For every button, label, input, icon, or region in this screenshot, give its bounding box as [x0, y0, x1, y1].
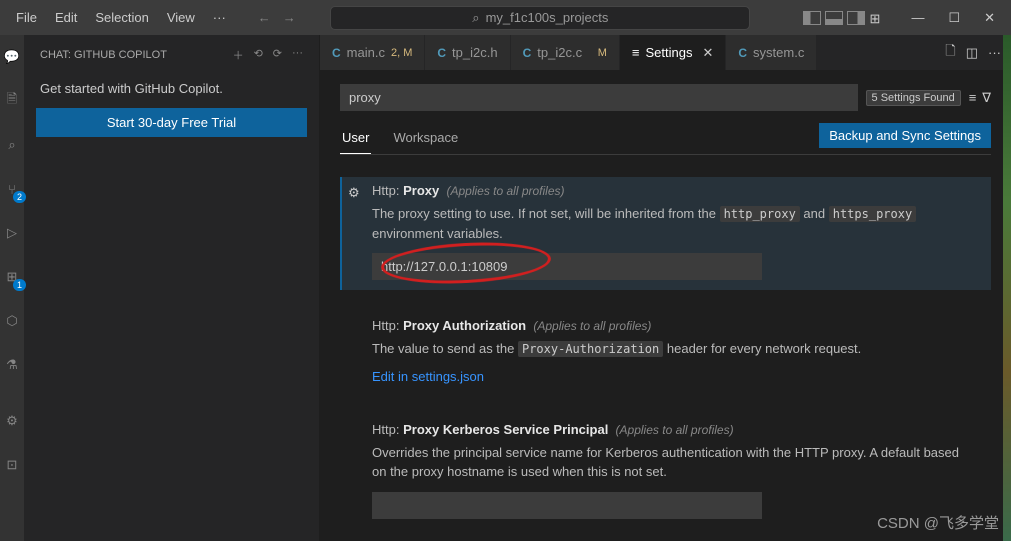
tab-tp-i2c-c[interactable]: Ctp_i2c.c M: [511, 35, 620, 70]
extensions-icon[interactable]: ⊞1: [2, 267, 22, 287]
layout-panel-icon[interactable]: [825, 11, 843, 25]
setting-http-proxy: ⚙ Http: Proxy (Applies to all profiles) …: [340, 177, 991, 290]
new-chat-icon[interactable]: ＋: [233, 47, 244, 63]
editor-area: Cmain.c 2, M Ctp_i2c.h Ctp_i2c.c M ≡ Setti…: [320, 35, 1011, 541]
tab-system-c[interactable]: Csystem.c: [726, 35, 817, 70]
edit-in-settings-json-link[interactable]: Edit in settings.json: [372, 369, 484, 384]
backup-sync-button[interactable]: Backup and Sync Settings: [819, 123, 991, 148]
layout-secondary-icon[interactable]: [847, 11, 865, 25]
git-status: M: [598, 47, 607, 59]
setting-hint: (Applies to all profiles): [533, 319, 651, 333]
desktop-edge: [1003, 35, 1011, 541]
tab-main-c[interactable]: Cmain.c 2, M: [320, 35, 425, 70]
tab-label: tp_i2c.c: [537, 45, 582, 60]
menu-view[interactable]: View: [159, 6, 203, 29]
copilot-message: Get started with GitHub Copilot.: [36, 75, 307, 108]
http-proxy-input[interactable]: [372, 253, 762, 280]
search-icon[interactable]: ⌕: [2, 135, 22, 155]
setting-category: Http:: [372, 422, 399, 437]
close-icon[interactable]: ✕: [976, 4, 1003, 32]
settings-scope-tabs: User Workspace Backup and Sync Settings: [340, 123, 991, 155]
nav-forward-icon[interactable]: →: [283, 10, 296, 25]
ext-badge: 1: [13, 279, 26, 291]
layout-customize-icon[interactable]: ⊞: [869, 11, 887, 25]
scope-workspace[interactable]: Workspace: [391, 124, 460, 153]
setting-proxy-authorization: Http: Proxy Authorization (Applies to al…: [340, 312, 991, 394]
scope-user[interactable]: User: [340, 124, 371, 154]
filter-icon[interactable]: ∇: [982, 90, 991, 106]
setting-description: The value to send as the Proxy-Authoriza…: [372, 339, 975, 359]
explorer-icon[interactable]: 🗎: [2, 91, 22, 111]
git-status: 2, M: [391, 47, 412, 59]
menu-selection[interactable]: Selection: [87, 6, 156, 29]
menu-bar: File Edit Selection View ···: [8, 6, 234, 29]
sidebar-title: CHAT: GITHUB COPILOT: [40, 49, 167, 61]
settings-editor: 5 Settings Found ≡ ∇ User Workspace Back…: [320, 70, 1011, 541]
settings-search-input[interactable]: [340, 84, 858, 111]
menu-file[interactable]: File: [8, 6, 45, 29]
activity-bar: 💬 🗎 ⌕ ⑂2 ▷ ⊞1 ⬡ ⚗ ⚙ ⊡: [0, 35, 24, 541]
minimize-icon[interactable]: —: [903, 4, 932, 31]
command-center[interactable]: ⌕ my_f1c100s_projects: [330, 6, 750, 30]
history-icon[interactable]: ⟲: [254, 47, 263, 63]
kerberos-input[interactable]: [372, 492, 762, 519]
tab-label: system.c: [753, 45, 804, 60]
tab-label: Settings: [645, 45, 692, 60]
gear-icon[interactable]: ⚙: [348, 185, 360, 201]
run-icon[interactable]: ▷: [2, 223, 22, 243]
other-icon[interactable]: ⊡: [2, 455, 22, 475]
setting-description: The proxy setting to use. If not set, wi…: [372, 204, 975, 243]
tab-settings[interactable]: ≡ Settings ✕: [620, 35, 726, 70]
command-center-text: my_f1c100s_projects: [486, 10, 609, 25]
split-editor-icon[interactable]: ◫: [966, 45, 978, 61]
layout-primary-icon[interactable]: [803, 11, 821, 25]
setting-category: Http:: [372, 318, 399, 333]
sidebar: CHAT: GITHUB COPILOT ＋ ⟲ ⟳ ··· Get start…: [24, 35, 320, 541]
setting-hint: (Applies to all profiles): [616, 423, 734, 437]
clear-search-icon[interactable]: ≡: [969, 90, 977, 106]
tab-actions: 🗋 ◫ ···: [935, 35, 1011, 70]
c-file-icon: C: [523, 46, 532, 60]
open-file-icon[interactable]: 🗋: [945, 42, 955, 64]
watermark: CSDN @飞多学堂: [877, 512, 999, 533]
scm-badge: 2: [13, 191, 26, 203]
layout-controls: ⊞: [803, 11, 887, 25]
settings-icon: ≡: [632, 45, 640, 60]
editor-tabs: Cmain.c 2, M Ctp_i2c.h Ctp_i2c.c M ≡ Setti…: [320, 35, 1011, 70]
more-icon[interactable]: ···: [292, 47, 303, 63]
code-literal: Proxy-Authorization: [518, 341, 663, 357]
menu-edit[interactable]: Edit: [47, 6, 85, 29]
tab-label: tp_i2c.h: [452, 45, 498, 60]
close-icon[interactable]: ✕: [702, 45, 713, 61]
refresh-icon[interactable]: ⟳: [273, 47, 282, 63]
test-icon[interactable]: ⚗: [2, 355, 22, 375]
settings-gear-icon[interactable]: ⚙: [2, 411, 22, 431]
c-file-icon: C: [332, 46, 341, 60]
code-literal: https_proxy: [829, 206, 916, 222]
nav-arrows: ← →: [258, 10, 296, 25]
maximize-icon[interactable]: ☐: [940, 4, 968, 32]
setting-category: Http:: [372, 183, 399, 198]
tab-tp-i2c-h[interactable]: Ctp_i2c.h: [425, 35, 510, 70]
code-literal: http_proxy: [720, 206, 800, 222]
setting-hint: (Applies to all profiles): [446, 184, 564, 198]
setting-name: Proxy Kerberos Service Principal: [403, 422, 608, 437]
results-count-badge: 5 Settings Found: [866, 90, 961, 106]
source-control-icon[interactable]: ⑂2: [2, 179, 22, 199]
nav-back-icon[interactable]: ←: [258, 10, 271, 25]
start-trial-button[interactable]: Start 30-day Free Trial: [36, 108, 307, 137]
tab-label: main.c: [347, 45, 385, 60]
setting-name: Proxy Authorization: [403, 318, 526, 333]
c-file-icon: C: [738, 46, 747, 60]
chat-icon[interactable]: 💬: [2, 47, 22, 67]
more-actions-icon[interactable]: ···: [988, 45, 1001, 60]
menu-more[interactable]: ···: [205, 6, 234, 29]
window-controls: ⊞ — ☐ ✕: [803, 4, 1003, 32]
c-file-icon: C: [437, 46, 446, 60]
search-icon: ⌕: [472, 10, 479, 26]
remote-icon[interactable]: ⬡: [2, 311, 22, 331]
setting-name: Proxy: [403, 183, 439, 198]
setting-description: Overrides the principal service name for…: [372, 443, 975, 482]
title-bar: File Edit Selection View ··· ← → ⌕ my_f1…: [0, 0, 1011, 35]
